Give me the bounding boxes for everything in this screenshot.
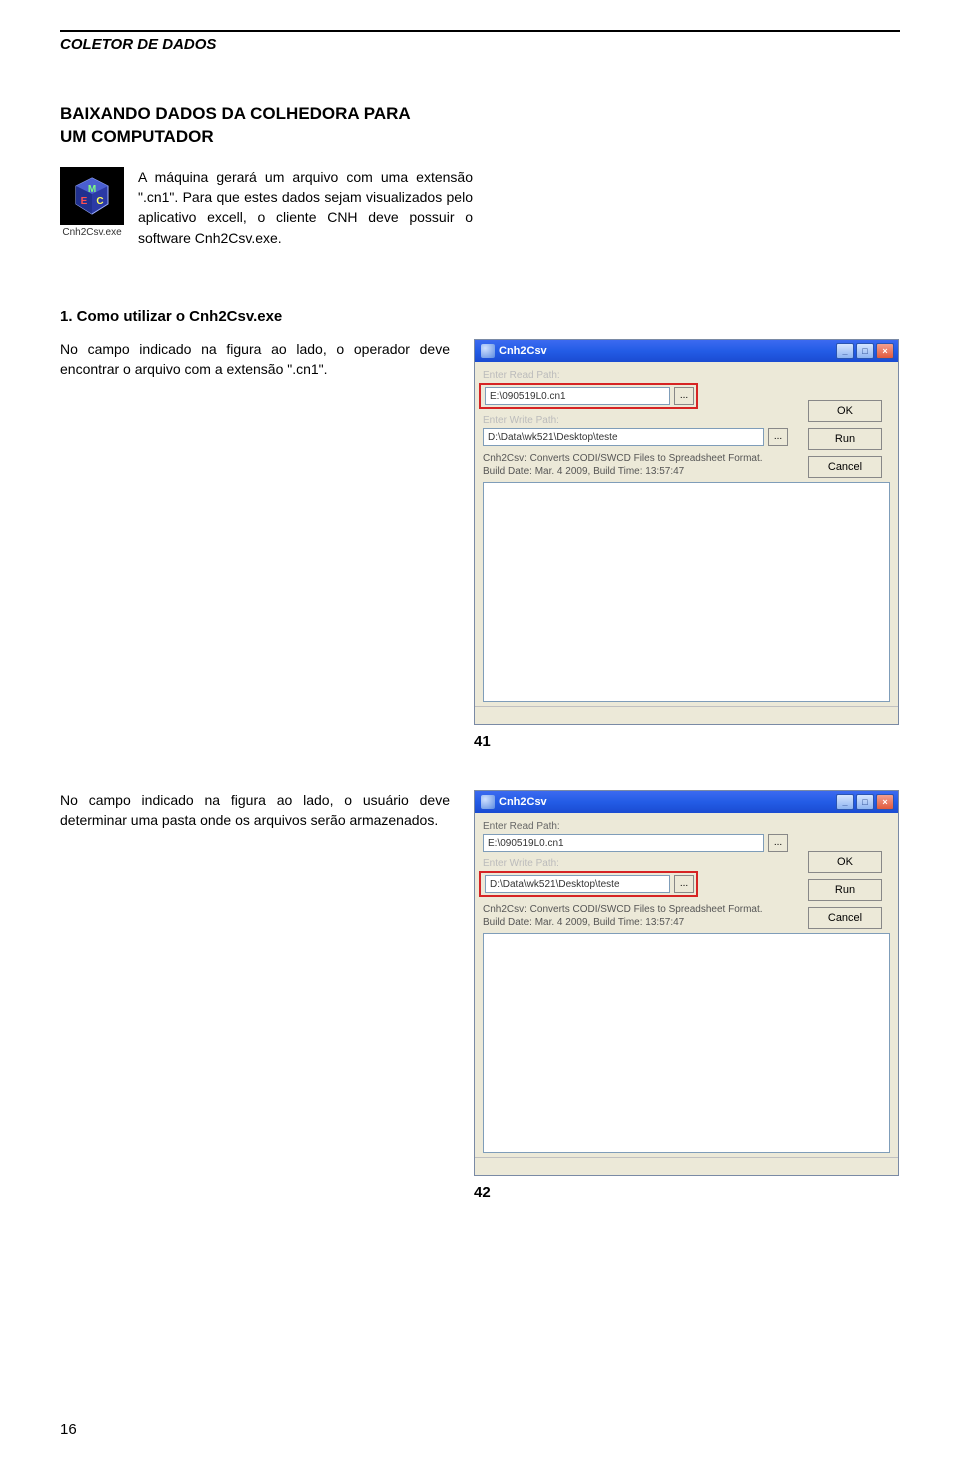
app-icon (481, 795, 495, 809)
cancel-button[interactable]: Cancel (808, 907, 882, 929)
run-button[interactable]: Run (808, 428, 882, 450)
write-path-input[interactable]: D:\Data\wk521\Desktop\teste (485, 875, 670, 893)
main-heading-line2: UM COMPUTADOR (60, 127, 214, 146)
running-header: COLETOR DE DADOS (60, 36, 900, 53)
svg-text:C: C (96, 196, 103, 207)
write-path-row-highlighted: D:\Data\wk521\Desktop\teste ... (479, 871, 698, 897)
window-titlebar[interactable]: Cnh2Csv _ □ × (475, 340, 898, 362)
svg-text:M: M (88, 184, 96, 195)
info-line1: Cnh2Csv: Converts CODI/SWCD Files to Spr… (483, 904, 763, 915)
icon-caption: Cnh2Csv.exe (60, 227, 124, 238)
section1-heading: 1. Como utilizar o Cnh2Csv.exe (60, 308, 900, 325)
status-bar (475, 706, 898, 724)
write-path-label: Enter Write Path: (483, 415, 788, 426)
info-line1: Cnh2Csv: Converts CODI/SWCD Files to Spr… (483, 453, 763, 464)
main-heading-line1: BAIXANDO DADOS DA COLHEDORA PARA (60, 104, 411, 123)
write-path-row: D:\Data\wk521\Desktop\teste ... (483, 428, 788, 446)
close-button[interactable]: × (876, 794, 894, 810)
read-path-row: E:\090519L0.cn1 ... (483, 834, 788, 852)
section-1: 1. Como utilizar o Cnh2Csv.exe No campo … (60, 308, 900, 750)
close-button[interactable]: × (876, 343, 894, 359)
window-title: Cnh2Csv (499, 345, 547, 357)
browse-read-button[interactable]: ... (674, 387, 694, 405)
page-number: 16 (60, 1421, 77, 1438)
write-path-label: Enter Write Path: (483, 858, 788, 869)
maximize-button[interactable]: □ (856, 343, 874, 359)
cancel-button[interactable]: Cancel (808, 456, 882, 478)
maximize-button[interactable]: □ (856, 794, 874, 810)
cnh2csv-window-41: Cnh2Csv _ □ × OK Run (474, 339, 899, 725)
write-path-input[interactable]: D:\Data\wk521\Desktop\teste (483, 428, 764, 446)
build-info: Cnh2Csv: Converts CODI/SWCD Files to Spr… (483, 903, 788, 929)
read-path-label: Enter Read Path: (483, 821, 788, 832)
run-button[interactable]: Run (808, 879, 882, 901)
build-info: Cnh2Csv: Converts CODI/SWCD Files to Spr… (483, 452, 788, 478)
intro-row: M E C Cnh2Csv.exe A máquina gerará um ar… (60, 167, 900, 248)
window-titlebar[interactable]: Cnh2Csv _ □ × (475, 791, 898, 813)
app-icon (481, 344, 495, 358)
app-icon-box: M E C Cnh2Csv.exe (60, 167, 124, 238)
info-line2: Build Date: Mar. 4 2009, Build Time: 13:… (483, 466, 684, 477)
main-heading: BAIXANDO DADOS DA COLHEDORA PARA UM COMP… (60, 103, 900, 149)
svg-text:E: E (81, 196, 88, 207)
cnh2csv-window-42: Cnh2Csv _ □ × OK Run (474, 790, 899, 1176)
info-line2: Build Date: Mar. 4 2009, Build Time: 13:… (483, 917, 684, 928)
page: COLETOR DE DADOS BAIXANDO DADOS DA COLHE… (0, 0, 960, 1466)
read-path-input[interactable]: E:\090519L0.cn1 (485, 387, 670, 405)
window-title: Cnh2Csv (499, 796, 547, 808)
section2-text: No campo indicado na figura ao lado, o u… (60, 790, 450, 1201)
read-path-label: Enter Read Path: (483, 370, 788, 381)
output-area (483, 482, 890, 702)
browse-read-button[interactable]: ... (768, 834, 788, 852)
browse-write-button[interactable]: ... (768, 428, 788, 446)
read-path-row-highlighted: E:\090519L0.cn1 ... (479, 383, 698, 409)
minimize-button[interactable]: _ (836, 794, 854, 810)
section-2: No campo indicado na figura ao lado, o u… (60, 790, 900, 1201)
section1-text: No campo indicado na figura ao lado, o o… (60, 339, 450, 750)
read-path-input[interactable]: E:\090519L0.cn1 (483, 834, 764, 852)
output-area (483, 933, 890, 1153)
ok-button[interactable]: OK (808, 400, 882, 422)
minimize-button[interactable]: _ (836, 343, 854, 359)
figure-number-41: 41 (474, 733, 900, 750)
cube-icon: M E C (60, 167, 124, 225)
ok-button[interactable]: OK (808, 851, 882, 873)
intro-paragraph: A máquina gerará um arquivo com uma exte… (138, 167, 473, 248)
status-bar (475, 1157, 898, 1175)
browse-write-button[interactable]: ... (674, 875, 694, 893)
figure-number-42: 42 (474, 1184, 900, 1201)
header-rule (60, 30, 900, 32)
